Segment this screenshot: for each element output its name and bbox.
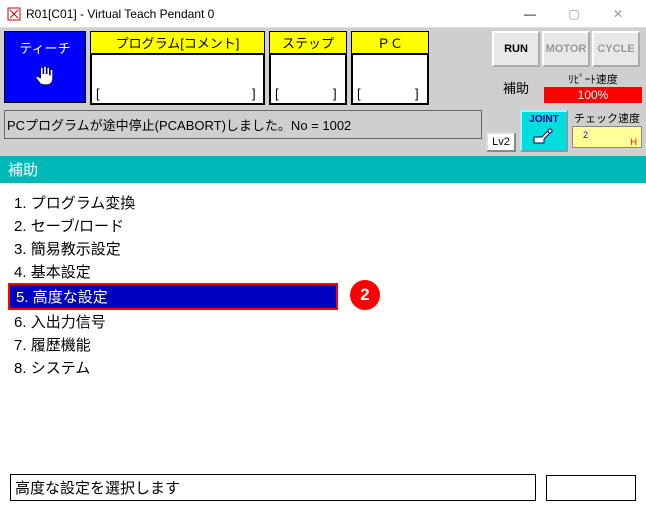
menu-item-8[interactable]: 8. システム	[14, 356, 632, 379]
window-title: R01[C01] - Virtual Teach Pendant 0	[26, 7, 508, 21]
joint-label: JOINT	[522, 114, 566, 125]
joint-button[interactable]: JOINT	[520, 110, 568, 152]
minimize-button[interactable]: —	[508, 1, 552, 27]
prompt-text: 高度な設定を選択します	[10, 474, 536, 501]
check-speed-box: チェック速度 2 H	[572, 110, 642, 148]
toolbar: ティーチ プログラム[コメント] [] ステップ [] ＰＣ [] RUN MO…	[0, 28, 646, 108]
menu-item-4[interactable]: 4. 基本設定	[14, 260, 632, 283]
check-speed-h-mark: H	[631, 137, 638, 147]
step-body[interactable]: []	[269, 53, 347, 105]
titlebar: R01[C01] - Virtual Teach Pendant 0 — ▢ ✕	[0, 0, 646, 28]
maximize-button: ▢	[552, 1, 596, 27]
repeat-speed-value[interactable]: 100%	[544, 87, 642, 103]
statusbar: PCプログラムが途中停止(PCABORT)しました。No = 1002 Lv2 …	[0, 108, 646, 156]
pc-panel: ＰＣ []	[351, 31, 429, 105]
program-panel: プログラム[コメント] []	[90, 31, 265, 105]
right-button-group: RUN MOTOR CYCLE 補助 ﾘﾋﾟｰﾄ速度 100%	[492, 31, 642, 103]
teach-button[interactable]: ティーチ	[4, 31, 86, 103]
input-field[interactable]	[546, 475, 636, 501]
check-speed-label: チェック速度	[572, 110, 642, 126]
repeat-speed-box: ﾘﾋﾟｰﾄ速度 100%	[544, 71, 642, 103]
motor-button[interactable]: MOTOR	[542, 31, 590, 67]
close-button: ✕	[596, 1, 640, 27]
menu-item-2[interactable]: 2. セーブ/ロード	[14, 214, 632, 237]
menu-item-1[interactable]: 1. プログラム変換	[14, 191, 632, 214]
menu-item-6[interactable]: 6. 入出力信号	[14, 310, 632, 333]
program-body[interactable]: []	[90, 53, 265, 105]
callout-badge: 2	[350, 280, 380, 310]
aux-label: 補助	[492, 78, 540, 97]
menu-item-3[interactable]: 3. 簡易教示設定	[14, 237, 632, 260]
step-panel: ステップ []	[269, 31, 347, 105]
step-header: ステップ	[269, 31, 347, 53]
robot-icon	[522, 125, 566, 150]
menu-item-7[interactable]: 7. 履歴機能	[14, 333, 632, 356]
check-speed-gauge[interactable]: 2 H	[572, 126, 642, 148]
menu-header: 補助	[0, 156, 646, 183]
footer: 高度な設定を選択します	[10, 474, 636, 501]
repeat-speed-label: ﾘﾋﾟｰﾄ速度	[544, 71, 642, 87]
pc-body[interactable]: []	[351, 53, 429, 105]
program-header: プログラム[コメント]	[90, 31, 265, 53]
run-button[interactable]: RUN	[492, 31, 540, 67]
check-speed-value: 2	[583, 130, 588, 140]
pc-header: ＰＣ	[351, 31, 429, 53]
hand-icon	[5, 63, 85, 95]
window-controls: — ▢ ✕	[508, 1, 640, 27]
menu-list: 1. プログラム変換 2. セーブ/ロード 3. 簡易教示設定 4. 基本設定 …	[0, 183, 646, 463]
app-icon	[6, 6, 22, 22]
status-message: PCプログラムが途中停止(PCABORT)しました。No = 1002	[4, 110, 482, 139]
cycle-button[interactable]: CYCLE	[592, 31, 640, 67]
menu-item-5[interactable]: 5. 高度な設定 2	[8, 283, 338, 310]
teach-label: ティーチ	[5, 38, 85, 57]
level-button[interactable]: Lv2	[486, 132, 516, 152]
